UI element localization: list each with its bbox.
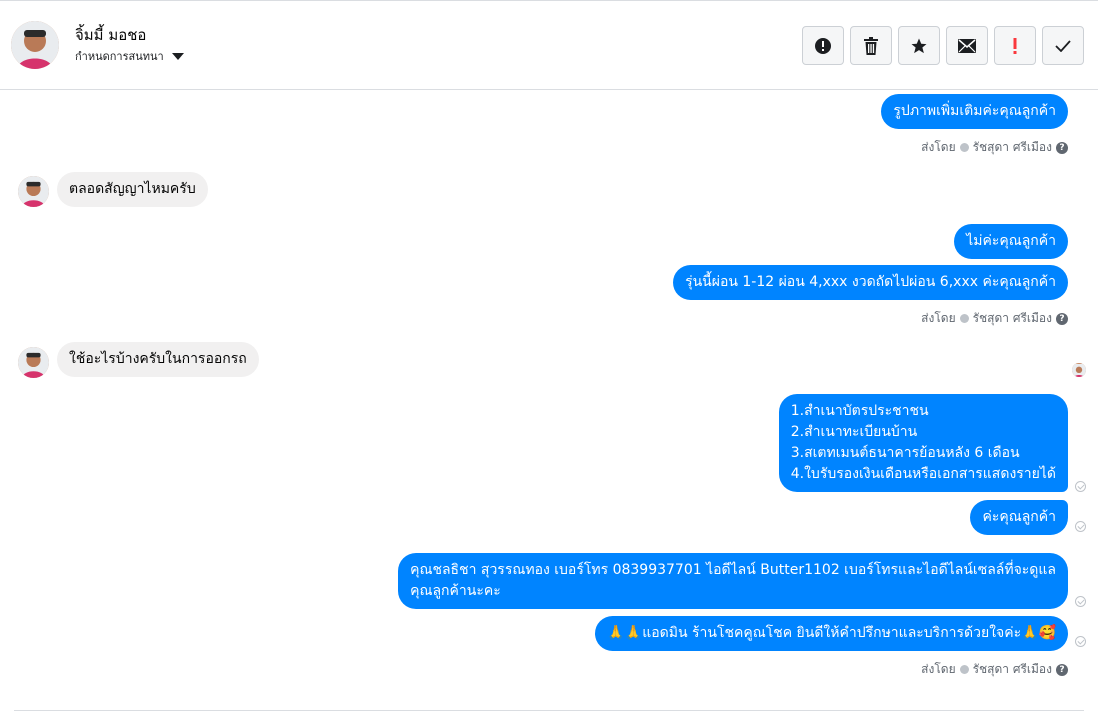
- outgoing-message: ค่ะคุณลูกค้า: [970, 500, 1068, 535]
- mark-unread-button[interactable]: [946, 26, 988, 65]
- incoming-message: ใช้อะไรบ้างครับในการออกรถ: [57, 342, 259, 377]
- agent-name[interactable]: รัชสุดา ศรีเมือง: [973, 660, 1052, 679]
- outgoing-message: รูปภาพเพิ่มเติมค่ะคุณลูกค้า: [881, 94, 1068, 129]
- envelope-icon: [958, 38, 976, 53]
- help-icon[interactable]: ?: [1056, 663, 1068, 676]
- exclamation-icon: [1013, 37, 1017, 54]
- sent-by-info: ส่งโดย รัชสุดา ศรีเมือง ?: [921, 309, 1068, 328]
- agent-name[interactable]: รัชสุดา ศรีเมือง: [973, 138, 1052, 157]
- sent-status-icon: [1075, 636, 1086, 647]
- sent-by-label: ส่งโดย: [921, 311, 956, 325]
- outgoing-message: ไม่ค่ะคุณลูกค้า: [954, 224, 1068, 259]
- done-button[interactable]: [1042, 26, 1084, 65]
- report-button[interactable]: [802, 26, 844, 65]
- assign-conversation-label: กำหนดการสนทนา: [75, 50, 164, 63]
- star-button[interactable]: [898, 26, 940, 65]
- checkmark-icon: [1055, 39, 1071, 52]
- assign-conversation-dropdown[interactable]: กำหนดการสนทนา: [75, 47, 184, 65]
- alert-circle-icon: [815, 37, 831, 54]
- outgoing-message: คุณชลธิชา สุวรรณทอง เบอร์โทร 0839937701 …: [398, 553, 1068, 609]
- delete-button[interactable]: [850, 26, 892, 65]
- contact-avatar-small: [18, 347, 49, 378]
- outgoing-message: รุ่นนี้ผ่อน 1-12 ผ่อน 4,xxx งวดถัดไปผ่อน…: [673, 265, 1068, 300]
- trash-icon: [864, 36, 878, 55]
- help-icon[interactable]: ?: [1056, 141, 1068, 154]
- outgoing-message: 1.สำเนาบัตรประชาชน 2.สำเนาทะเบียนบ้าน 3.…: [778, 394, 1068, 492]
- sent-status-icon: [1075, 596, 1086, 607]
- caret-down-icon: [171, 53, 184, 60]
- contact-avatar[interactable]: [11, 21, 59, 69]
- sent-status-icon: [1075, 481, 1086, 492]
- sent-by-info: ส่งโดย รัชสุดา ศรีเมือง ?: [921, 660, 1068, 679]
- contact-name[interactable]: จิ้มมี้ มอชอ: [75, 23, 146, 47]
- contact-avatar-small: [18, 176, 49, 207]
- agent-name[interactable]: รัชสุดา ศรีเมือง: [973, 309, 1052, 328]
- spam-button[interactable]: [994, 26, 1036, 65]
- star-icon: [911, 38, 927, 53]
- incoming-message: ตลอดสัญญาไหมครับ: [57, 172, 208, 207]
- page-icon: [959, 143, 969, 152]
- outgoing-message: 🙏🙏แอดมิน ร้านโชคคูณโชค ยินดีให้คำปรึกษาแ…: [595, 616, 1068, 651]
- seen-avatar: [1072, 363, 1086, 377]
- page-icon: [959, 665, 969, 674]
- conversation-header: จิ้มมี้ มอชอ กำหนดการสนทนา: [0, 0, 1098, 90]
- sent-status-icon: [1075, 521, 1086, 532]
- sent-by-label: ส่งโดย: [921, 140, 956, 154]
- sent-by-label: ส่งโดย: [921, 662, 956, 676]
- help-icon[interactable]: ?: [1056, 312, 1068, 325]
- header-actions: [802, 26, 1084, 65]
- sent-by-info: ส่งโดย รัชสุดา ศรีเมือง ?: [921, 138, 1068, 157]
- composer-divider: [14, 710, 1084, 711]
- page-icon: [959, 314, 969, 323]
